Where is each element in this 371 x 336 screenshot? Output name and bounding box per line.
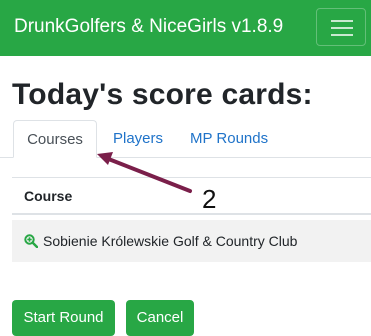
table-row[interactable]: Sobienie Królewskie Golf & Country Club	[12, 220, 371, 262]
tab-courses[interactable]: Courses	[13, 120, 97, 158]
hamburger-icon	[331, 20, 353, 22]
navbar: DrunkGolfers & NiceGirls v1.8.9	[0, 0, 371, 56]
table-header: Course	[12, 177, 371, 215]
tab-players[interactable]: Players	[113, 120, 163, 157]
menu-toggle-button[interactable]	[316, 8, 366, 46]
app-title[interactable]: DrunkGolfers & NiceGirls v1.8.9	[14, 16, 283, 38]
page-title: Today's score cards:	[12, 78, 313, 111]
zoom-in-icon[interactable]	[24, 234, 38, 248]
column-header-course: Course	[24, 188, 73, 204]
tab-mp-rounds[interactable]: MP Rounds	[190, 120, 268, 157]
course-name: Sobienie Królewskie Golf & Country Club	[43, 233, 298, 249]
